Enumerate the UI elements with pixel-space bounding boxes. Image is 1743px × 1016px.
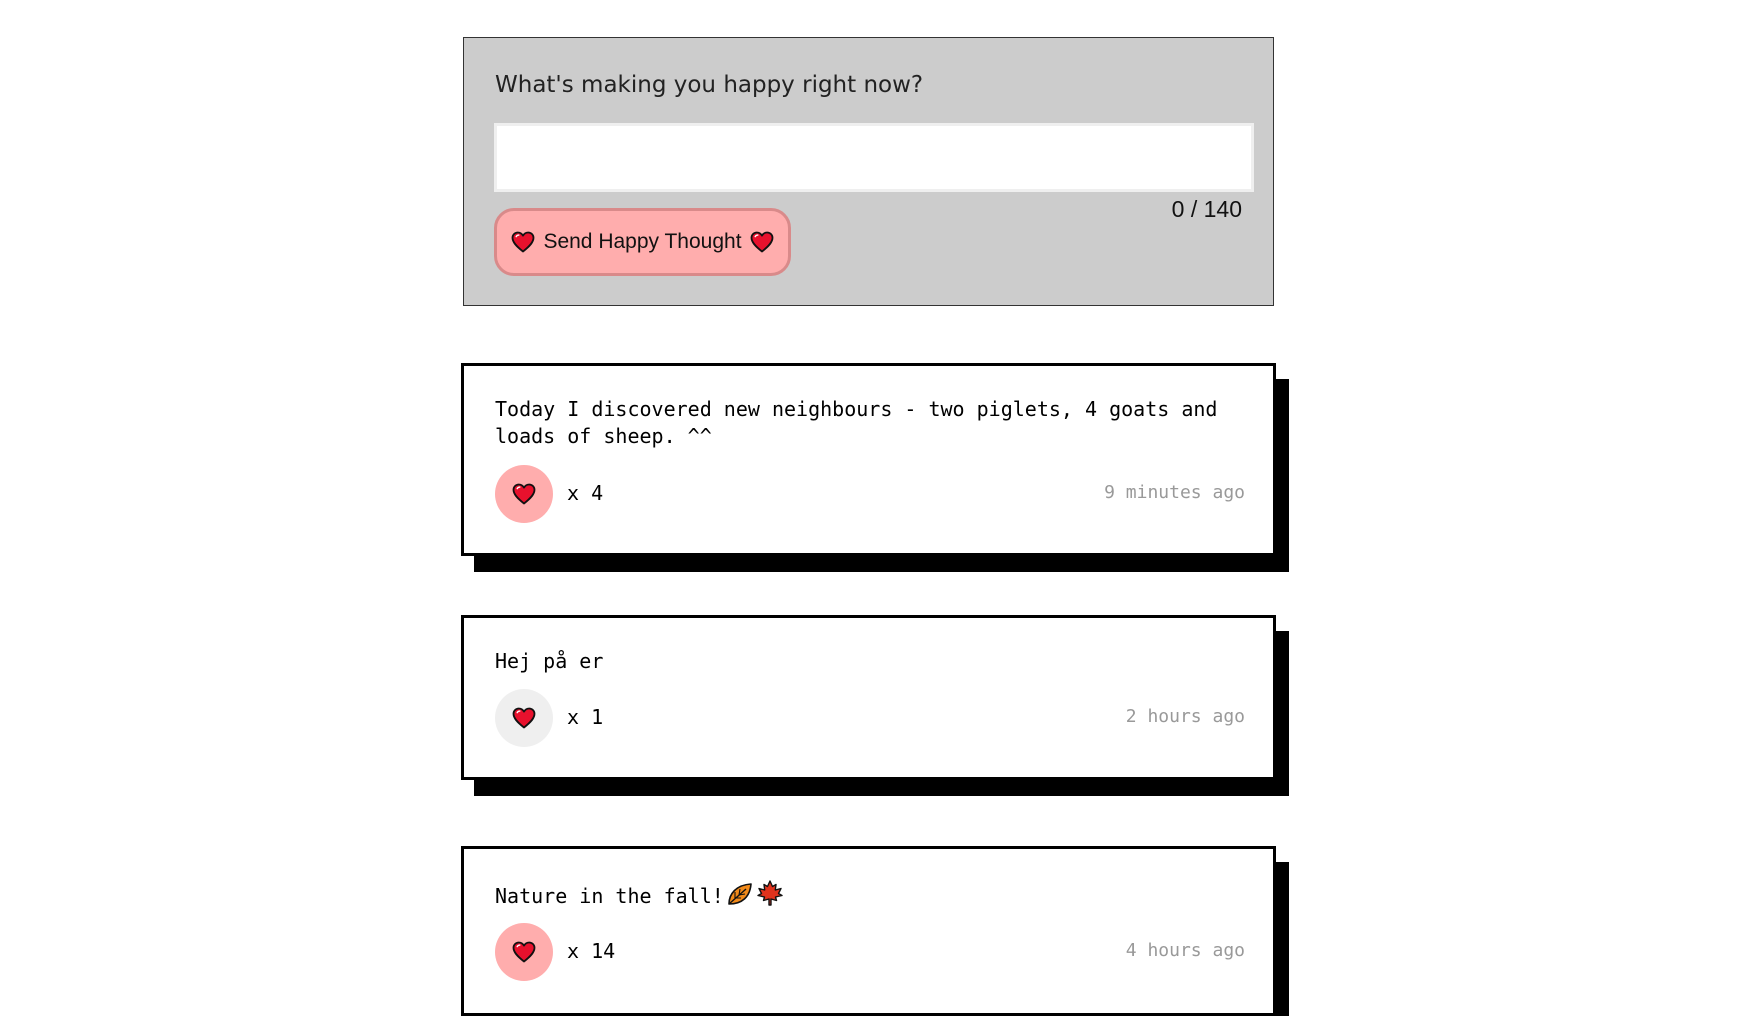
thought-card: Nature in the fall! x 14 4 hours ago: [461, 846, 1276, 1016]
heart-icon: [512, 707, 536, 729]
heart-icon: [511, 231, 535, 253]
like-count: x 14: [567, 939, 616, 963]
like-count: x 1: [567, 705, 604, 729]
timestamp: 4 hours ago: [1125, 940, 1245, 961]
heart-icon: [750, 231, 774, 253]
fallen-leaf-icon: [727, 883, 752, 905]
maple-leaf-icon: [757, 880, 783, 906]
happy-thought-form: What's making you happy right now? 0 / 1…: [463, 37, 1274, 306]
like-count: x 4: [567, 481, 604, 505]
timestamp: 9 minutes ago: [1104, 482, 1245, 503]
send-button-label: Send Happy Thought: [543, 230, 742, 253]
thought-message: Hej på er: [495, 649, 604, 673]
character-counter: 0 / 140: [1171, 196, 1242, 222]
like-button[interactable]: [495, 923, 553, 981]
form-question: What's making you happy right now?: [495, 72, 924, 98]
send-happy-thought-button[interactable]: Send Happy Thought: [494, 208, 791, 276]
heart-icon: [512, 483, 536, 505]
thought-card: Today I discovered new neighbours - two …: [461, 363, 1276, 556]
heart-icon: [512, 941, 536, 963]
thought-input[interactable]: [494, 123, 1254, 192]
thought-message-text: Nature in the fall!: [495, 884, 724, 908]
thought-message: Nature in the fall!: [495, 879, 1245, 910]
like-button[interactable]: [495, 465, 553, 523]
thought-message: Today I discovered new neighbours - two …: [495, 397, 1230, 448]
thought-card: Hej på er x 1 2 hours ago: [461, 615, 1276, 780]
timestamp: 2 hours ago: [1125, 706, 1245, 727]
like-button[interactable]: [495, 689, 553, 747]
